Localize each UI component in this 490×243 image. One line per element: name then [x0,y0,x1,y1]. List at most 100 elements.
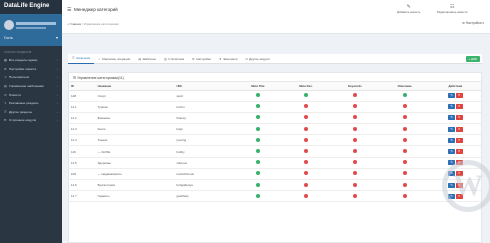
row-name[interactable]: — Недвижимость [95,168,175,181]
profile-dropdown[interactable]: Гость [4,36,13,40]
table-row: 106— Недвижимость nedvizhimost ✎ ✕ [69,168,481,181]
row-name[interactable]: Тюнинг [95,134,175,147]
delete-button[interactable]: ✕ [455,93,463,99]
status-cell [233,157,282,169]
sidebar-item[interactable]: ▤ Управление шаблонами › [0,82,62,91]
sidebar-item[interactable]: ⧉ Сторонние модули › [0,116,62,125]
chevron-right-icon: › [56,58,58,63]
categories-table: ID Название URL Meta Title Meta Des. Keywords… [69,82,481,203]
settings-gear-icon: ⚙ [462,21,465,25]
column-header[interactable]: Действия [429,82,481,91]
column-header[interactable]: Meta Des. [281,82,331,91]
row-name[interactable]: Здоровье [95,157,175,169]
sidebar-item[interactable]: ☺ Пользователи › [0,73,62,82]
delete-button[interactable]: ✕ [455,149,463,155]
row-name[interactable]: Книги [95,123,175,136]
row-actions: ✎ ✕ [429,101,481,113]
menu-icon[interactable]: ☰ [67,7,71,13]
check-status-icon [255,193,260,198]
status-cell [379,134,430,147]
cross-status-icon [352,115,357,120]
status-cell [233,168,282,181]
row-name[interactable]: Туризм [95,101,175,113]
column-header[interactable]: Описание [379,82,430,91]
delete-button[interactable]: ✕ [455,126,463,132]
chevron-down-icon[interactable]: ▾ [56,35,58,40]
check-status-icon [255,149,260,154]
edit-button[interactable]: ✎ [448,93,456,99]
row-name[interactable]: Финансы [95,112,175,125]
row-name[interactable]: — Хобби [95,145,175,158]
row-actions: ✎ ✕ [429,90,481,102]
column-header[interactable]: Meta Title [233,82,282,91]
tab-item[interactable]: ★ Экшонали [215,54,242,64]
edit-button[interactable]: ✎ [448,137,456,143]
delete-button[interactable]: ✕ [455,104,463,110]
row-actions: ✎ ✕ [429,145,481,158]
column-header[interactable]: Название [95,82,175,91]
edit-news-label: Редактировать новости [437,10,468,14]
table-row: 11.7 Гаджеты gadzhety ✎ ✕ [69,190,481,203]
tab-item[interactable]: ⚙ Настройки [188,54,215,64]
tab-item[interactable]: ▤ Шаблоны [134,54,160,64]
gear-icon: ⚙ [192,56,195,61]
edit-button[interactable]: ✎ [448,126,456,132]
tab-item[interactable]: ⧉ Другие модули [241,54,273,64]
row-name[interactable]: Спорт [95,90,175,102]
sidebar-item[interactable]: ✉ Новости › [0,90,62,99]
row-name[interactable]: Бухгалтерия [95,179,175,192]
cross-status-icon [402,160,407,165]
chevron-right-icon: › [56,101,58,106]
column-header[interactable]: Keywords [330,82,380,91]
row-id: 106 [69,168,96,181]
sidebar-item[interactable]: ▦ Все разделы админ › [0,56,62,65]
column-header[interactable]: URL [174,82,234,91]
row-url: knigi [174,123,234,136]
check-status-icon [255,182,260,187]
edit-button[interactable]: ✎ [448,149,456,155]
row-id: 11.4 [69,134,96,147]
row-url: tyuning [174,134,234,147]
row-url: zdorove [174,157,234,169]
status-cell [281,90,331,102]
cross-status-icon [303,160,308,165]
edit-button[interactable]: ✎ [448,115,456,121]
sidebar-item[interactable]: ✦ Рекламные разделы › [0,99,62,108]
edit-button[interactable]: ✎ [448,104,456,110]
column-header[interactable]: ID [69,82,96,91]
sidebar-item[interactable]: ⚙ Настройки скрипта › [0,65,62,74]
check-icon: ✓ [98,56,101,61]
breadcrumb-home[interactable]: Главная [70,22,81,26]
row-name[interactable]: Гаджеты [95,190,175,203]
check-status-icon [402,93,407,98]
row-id: 11.7 [69,190,96,203]
settings-dropdown[interactable]: ⚙ Настройки ▾ [462,21,484,25]
edit-news-button[interactable]: ☷ Редактировать новости [437,4,467,14]
status-cell [330,123,380,136]
delete-button[interactable]: ✕ [455,115,463,121]
table-row: 11.3 Книги knigi ✎ ✕ [69,123,481,136]
status-cell [379,90,430,102]
add-news-button[interactable]: ✎ Добавить новость [397,4,420,14]
sidebar-nav: ▦ Все разделы админ › ⚙ Настройки скрипта › ☺ П… [0,56,62,125]
profile-name-placeholder [16,22,56,25]
file-icon: ▤ [138,56,142,61]
status-cell [330,168,380,181]
row-url: nedvizhimost [174,168,234,181]
tab-item[interactable]: ✓ Массовое операции [94,54,134,64]
tab-item[interactable]: ▥ Статистика [160,54,188,64]
tab-label: Экшонали [223,56,238,61]
sidebar-item[interactable]: ☰ Другие разделы › [0,108,62,117]
delete-button[interactable]: ✕ [455,137,463,143]
add-category-button[interactable]: + ДОБ [465,55,480,62]
row-id: 11.3 [69,123,96,136]
row-url: turizm [174,101,234,113]
row-id: 128 [69,90,96,102]
sidebar-section-title: Список разделов [4,50,32,54]
brand-logo[interactable]: DataLife Engine [0,0,62,14]
tab-item[interactable]: ☰ Категории [68,54,95,64]
row-id: 116 [69,145,96,158]
status-cell [281,134,331,147]
avatar[interactable] [4,20,14,30]
home-icon[interactable]: ⌂ [67,22,69,26]
